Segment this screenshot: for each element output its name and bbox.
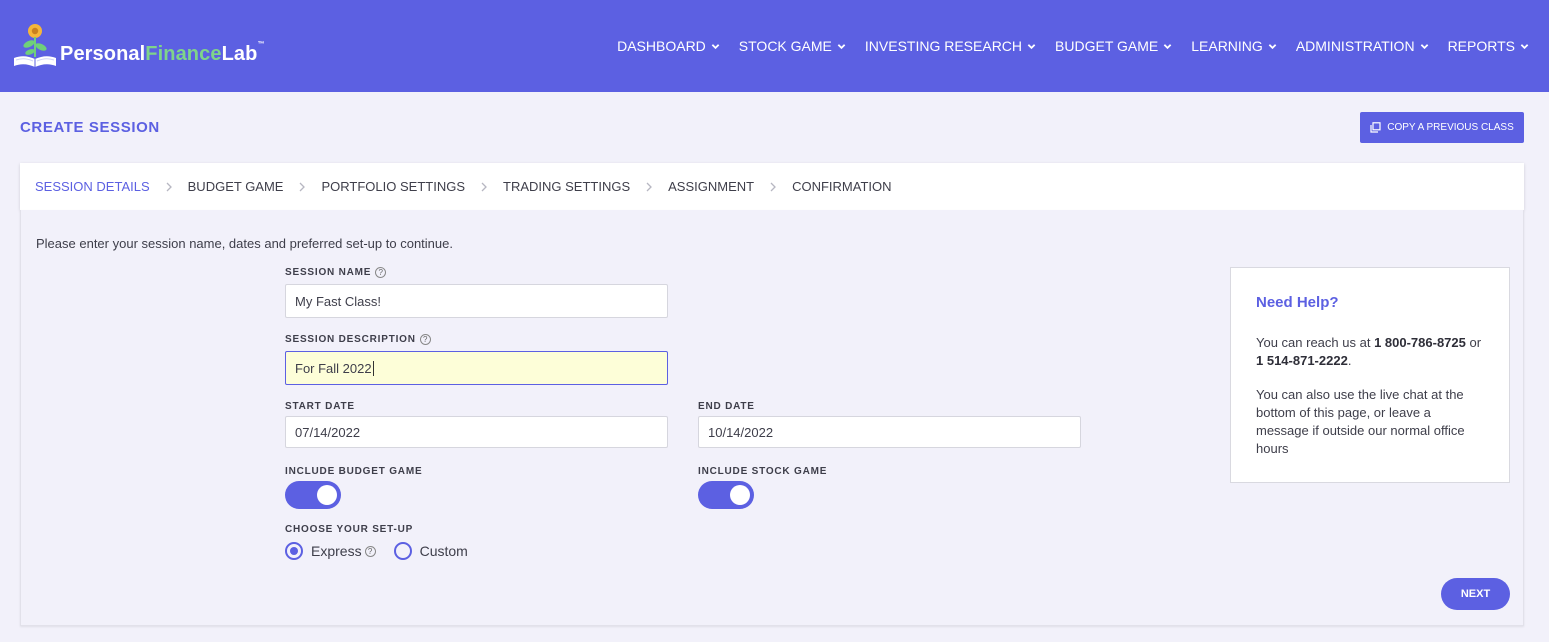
start-date-input[interactable]: 07/14/2022 bbox=[285, 416, 668, 448]
top-navigation-bar: PersonalFinanceLab™ DASHBOARD STOCK GAME… bbox=[0, 0, 1549, 92]
setup-radio-group: Express ? Custom bbox=[285, 542, 468, 560]
custom-label[interactable]: Custom bbox=[420, 543, 468, 559]
help-title: Need Help? bbox=[1256, 294, 1339, 311]
nav-investing-research-label: INVESTING RESEARCH bbox=[864, 38, 1023, 54]
session-name-input[interactable]: My Fast Class! bbox=[285, 284, 668, 318]
session-name-label: SESSION NAME ? bbox=[285, 267, 387, 278]
nav-stock-game[interactable]: STOCK GAME bbox=[739, 38, 846, 54]
page-title: CREATE SESSION bbox=[20, 119, 160, 136]
step-label: SESSION DETAILS bbox=[35, 179, 150, 194]
toggle-knob bbox=[317, 485, 337, 505]
step-label: TRADING SETTINGS bbox=[503, 179, 631, 194]
help-reach-prefix: You can reach us at bbox=[1256, 335, 1375, 350]
include-budget-game-label: INCLUDE BUDGET GAME bbox=[285, 466, 423, 477]
chevron-down-icon bbox=[1520, 43, 1529, 49]
custom-radio[interactable] bbox=[393, 542, 412, 560]
express-label[interactable]: Express bbox=[311, 543, 362, 559]
start-date-value: 07/14/2022 bbox=[295, 424, 361, 440]
nav-learning[interactable]: LEARNING bbox=[1191, 38, 1277, 54]
question-circle-icon[interactable]: ? bbox=[419, 334, 431, 345]
session-description-label: SESSION DESCRIPTION ? bbox=[285, 334, 431, 345]
help-phone-1: 1 800-786-8725 bbox=[1374, 335, 1466, 350]
copy-icon bbox=[1370, 122, 1381, 133]
nav-budget-game-label: BUDGET GAME bbox=[1055, 38, 1159, 54]
chevron-down-icon bbox=[1027, 43, 1036, 49]
nav-administration[interactable]: ADMINISTRATION bbox=[1296, 38, 1429, 54]
chevron-right-icon bbox=[300, 182, 306, 191]
step-label: ASSIGNMENT bbox=[668, 179, 755, 194]
chevron-down-icon bbox=[711, 43, 720, 49]
include-stock-game-toggle[interactable] bbox=[698, 481, 754, 509]
session-description-label-text: SESSION DESCRIPTION bbox=[285, 334, 416, 345]
wizard-steps: SESSION DETAILS BUDGET GAME PORTFOLIO SE… bbox=[20, 163, 1524, 210]
session-name-value: My Fast Class! bbox=[295, 293, 381, 309]
help-box: Need Help? You can reach us at 1 800-786… bbox=[1230, 267, 1510, 483]
flower-book-icon bbox=[14, 24, 56, 67]
nav-investing-research[interactable]: INVESTING RESEARCH bbox=[865, 38, 1036, 54]
next-button[interactable]: NEXT bbox=[1441, 578, 1510, 610]
start-date-label: START DATE bbox=[285, 401, 355, 412]
chevron-down-icon bbox=[1268, 43, 1277, 49]
nav-administration-label: ADMINISTRATION bbox=[1295, 38, 1415, 54]
session-name-label-text: SESSION NAME bbox=[285, 267, 372, 278]
step-label: BUDGET GAME bbox=[187, 179, 284, 194]
step-trading-settings[interactable]: TRADING SETTINGS bbox=[503, 179, 630, 194]
help-contact-text: You can reach us at 1 800-786-8725 or 1 … bbox=[1256, 334, 1484, 370]
chevron-down-icon bbox=[1420, 43, 1428, 49]
help-phone-2: 1 514-871-2222 bbox=[1256, 353, 1348, 368]
end-date-label: END DATE bbox=[698, 401, 755, 412]
end-date-value: 10/14/2022 bbox=[708, 424, 774, 440]
step-session-details[interactable]: SESSION DETAILS bbox=[35, 179, 150, 194]
brand-name: PersonalFinanceLab™ bbox=[60, 41, 265, 65]
nav-reports[interactable]: REPORTS bbox=[1448, 38, 1529, 54]
chevron-right-icon bbox=[166, 182, 172, 191]
chevron-right-icon bbox=[646, 182, 653, 191]
step-label: CONFIRMATION bbox=[792, 179, 892, 194]
include-stock-game-label: INCLUDE STOCK GAME bbox=[698, 466, 828, 477]
help-or-text: or bbox=[1465, 335, 1482, 350]
intro-text: Please enter your session name, dates an… bbox=[36, 236, 453, 251]
end-date-input[interactable]: 10/14/2022 bbox=[698, 416, 1081, 448]
toggle-knob bbox=[730, 485, 750, 505]
step-confirmation[interactable]: CONFIRMATION bbox=[792, 179, 891, 194]
chevron-down-icon bbox=[837, 43, 846, 49]
nav-learning-label: LEARNING bbox=[1191, 38, 1263, 54]
question-circle-icon[interactable]: ? bbox=[364, 545, 376, 557]
copy-previous-class-label: COPY A PREVIOUS CLASS bbox=[1387, 122, 1514, 133]
nav-dashboard-label: DASHBOARD bbox=[617, 38, 706, 54]
nav-reports-label: REPORTS bbox=[1447, 38, 1515, 54]
session-description-value: For Fall 2022 bbox=[295, 360, 372, 376]
session-details-panel: Please enter your session name, dates an… bbox=[20, 210, 1524, 626]
nav-budget-game[interactable]: BUDGET GAME bbox=[1055, 38, 1172, 54]
chevron-right-icon bbox=[481, 182, 487, 191]
choose-setup-label: CHOOSE YOUR SET-UP bbox=[285, 524, 414, 535]
help-period: . bbox=[1347, 353, 1352, 368]
express-radio[interactable] bbox=[285, 542, 303, 560]
help-chat-text: You can also use the live chat at the bo… bbox=[1256, 387, 1465, 456]
main-nav: DASHBOARD STOCK GAME INVESTING RESEARCH … bbox=[598, 38, 1529, 54]
brand-logo[interactable]: PersonalFinanceLab™ bbox=[10, 22, 300, 74]
nav-dashboard[interactable]: DASHBOARD bbox=[617, 38, 720, 54]
chevron-down-icon bbox=[1163, 43, 1172, 49]
copy-previous-class-button[interactable]: COPY A PREVIOUS CLASS bbox=[1360, 112, 1524, 143]
step-assignment[interactable]: ASSIGNMENT bbox=[668, 179, 754, 194]
session-description-input[interactable]: For Fall 2022 bbox=[285, 351, 668, 385]
text-cursor bbox=[372, 360, 374, 376]
nav-stock-game-label: STOCK GAME bbox=[738, 38, 832, 54]
step-budget-game[interactable]: BUDGET GAME bbox=[188, 179, 284, 194]
question-circle-icon[interactable]: ? bbox=[375, 267, 387, 278]
step-label: PORTFOLIO SETTINGS bbox=[321, 179, 465, 194]
chevron-right-icon bbox=[770, 182, 777, 191]
include-budget-game-toggle[interactable] bbox=[285, 481, 341, 509]
step-portfolio-settings[interactable]: PORTFOLIO SETTINGS bbox=[321, 179, 465, 194]
